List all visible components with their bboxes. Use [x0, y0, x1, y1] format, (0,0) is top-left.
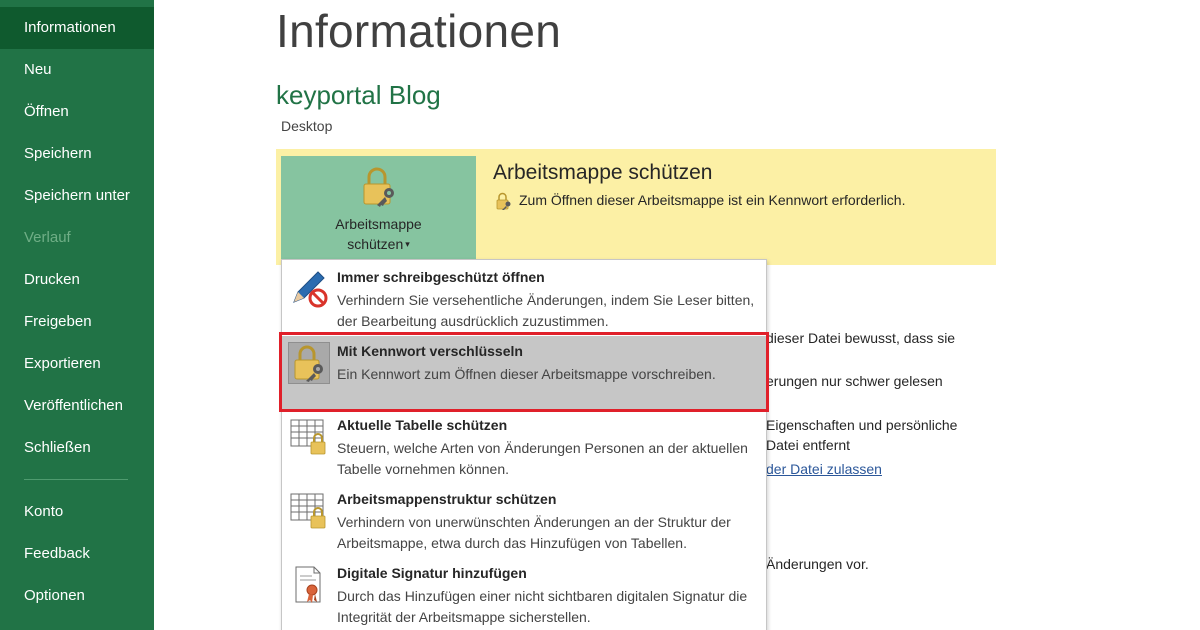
sidebar-item-exportieren[interactable]: Exportieren	[0, 343, 154, 385]
protect-workbook-panel: Arbeitsmappe schützen ▾ Arbeitsmappe schü…	[276, 149, 996, 265]
info-text-line3: Eigenschaften und persönliche	[766, 417, 958, 433]
menu-item-read-only[interactable]: Immer schreibgeschützt öffnen Verhindern…	[282, 260, 766, 334]
workbook-lock-icon	[288, 490, 330, 532]
menu-item-title: Immer schreibgeschützt öffnen	[337, 269, 545, 285]
protect-button-label-line2: schützen	[347, 236, 404, 252]
page-title: Informationen	[276, 5, 562, 57]
certificate-ribbon-icon	[288, 564, 330, 606]
sidebar-item-schliessen[interactable]: Schließen	[0, 427, 154, 469]
menu-item-desc: Verhindern von unerwünschten Änderungen …	[337, 514, 731, 551]
sidebar-item-optionen[interactable]: Optionen	[0, 575, 154, 617]
menu-item-title: Mit Kennwort verschlüsseln	[337, 343, 523, 359]
small-lock-key-icon	[495, 192, 513, 210]
info-text-line1: dieser Datei bewusst, dass sie	[766, 330, 956, 346]
menu-item-desc: Ein Kennwort zum Öffnen dieser Arbeitsma…	[337, 366, 716, 382]
sidebar-item-veroeffentlichen[interactable]: Veröffentlichen	[0, 385, 154, 427]
menu-item-digital-signature[interactable]: Digitale Signatur hinzufügen Durch das H…	[282, 560, 766, 630]
lock-key-icon	[288, 342, 330, 384]
protect-button-label: Arbeitsmappe schützen ▾	[281, 214, 476, 254]
lock-key-icon	[361, 166, 401, 208]
menu-item-protect-sheet[interactable]: Aktuelle Tabelle schützen Steuern, welch…	[282, 412, 766, 484]
file-name: keyportal Blog	[276, 80, 441, 110]
excel-backstage: Informationen Neu Öffnen Speichern Speic…	[0, 0, 1200, 630]
menu-item-desc: Steuern, welche Arten von Änderungen Per…	[337, 440, 748, 477]
protect-heading: Arbeitsmappe schützen	[493, 161, 713, 184]
sidebar-item-neu[interactable]: Neu	[0, 49, 154, 91]
sidebar-item-drucken[interactable]: Drucken	[0, 259, 154, 301]
sidebar-item-speichern[interactable]: Speichern	[0, 133, 154, 175]
info-text-line4: Datei entfernt	[766, 437, 851, 453]
info-link[interactable]: der Datei zulassen	[766, 461, 882, 477]
backstage-sidebar: Informationen Neu Öffnen Speichern Speic…	[0, 0, 154, 630]
sidebar-divider	[24, 479, 128, 480]
sheet-lock-icon	[288, 416, 330, 458]
sidebar-item-feedback[interactable]: Feedback	[0, 533, 154, 575]
sidebar-item-oeffnen[interactable]: Öffnen	[0, 91, 154, 133]
menu-item-desc: Durch das Hinzufügen einer nicht sichtba…	[337, 588, 748, 625]
protect-description: Zum Öffnen dieser Arbeitsmappe ist ein K…	[495, 192, 906, 210]
info-text-line2: erungen nur schwer gelesen	[766, 373, 943, 389]
menu-item-encrypt-password[interactable]: Mit Kennwort verschlüsseln Ein Kennwort …	[282, 336, 766, 410]
sidebar-item-verlauf: Verlauf	[24, 229, 71, 246]
menu-item-protect-structure[interactable]: Arbeitsmappenstruktur schützen Verhinder…	[282, 486, 766, 558]
menu-item-title: Digitale Signatur hinzufügen	[337, 565, 527, 581]
menu-item-title: Aktuelle Tabelle schützen	[337, 417, 508, 433]
menu-item-title: Arbeitsmappenstruktur schützen	[337, 491, 557, 507]
menu-item-desc: Verhindern Sie versehentliche Änderungen…	[337, 292, 755, 329]
info-text-line5: Änderungen vor.	[766, 556, 869, 572]
sidebar-item-informationen[interactable]: Informationen	[0, 7, 154, 49]
sidebar-item-freigeben[interactable]: Freigeben	[0, 301, 154, 343]
sidebar-item-speichern-unter[interactable]: Speichern unter	[0, 175, 154, 217]
protect-button-label-line1: Arbeitsmappe	[335, 216, 422, 232]
protect-workbook-button[interactable]: Arbeitsmappe schützen ▾	[281, 156, 476, 260]
chevron-down-icon: ▾	[405, 239, 410, 249]
sidebar-item-konto[interactable]: Konto	[0, 491, 154, 533]
protect-description-text: Zum Öffnen dieser Arbeitsmappe ist ein K…	[519, 192, 906, 208]
pencil-prohibited-icon	[288, 268, 330, 310]
protect-dropdown-menu: Immer schreibgeschützt öffnen Verhindern…	[281, 259, 767, 630]
file-location: Desktop	[281, 118, 333, 134]
